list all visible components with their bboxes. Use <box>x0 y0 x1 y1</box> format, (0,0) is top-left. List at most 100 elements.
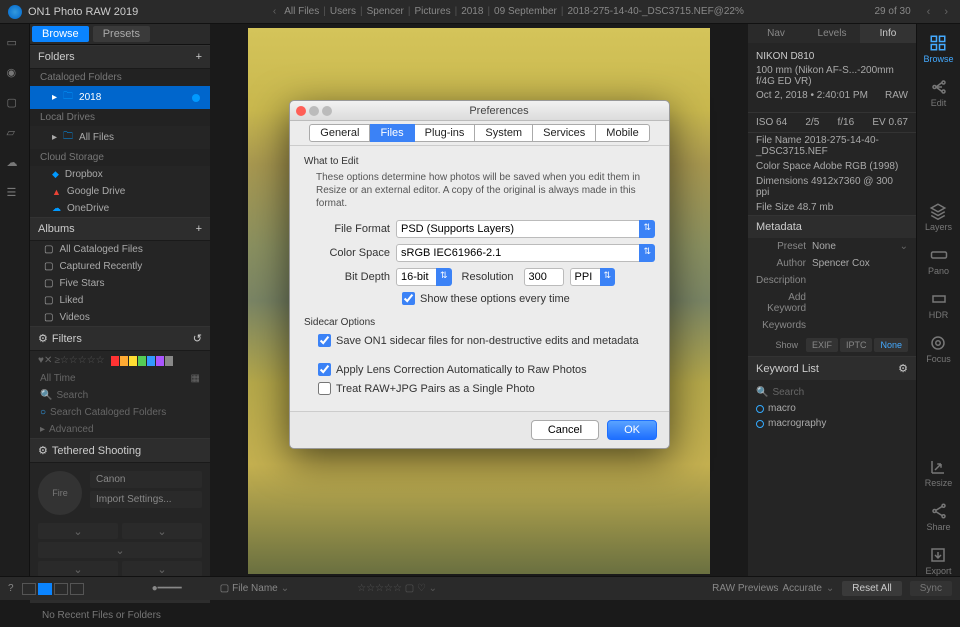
filter-strip[interactable]: ♥✕ ≥☆☆☆☆☆ <box>30 351 210 370</box>
folder-allfiles[interactable]: ▸ 🗀 All Files <box>30 126 210 149</box>
show-options-checkbox[interactable]: Show these options every time <box>402 292 655 305</box>
mode-export[interactable]: Export <box>925 546 951 576</box>
alltime-filter[interactable]: All Time▦ <box>30 370 210 387</box>
tab-info[interactable]: Info <box>860 24 916 43</box>
camera-icon[interactable]: ◉ <box>7 66 23 82</box>
keyword-list-header[interactable]: Keyword List⚙ <box>748 356 916 380</box>
author-row[interactable]: AuthorSpencer Cox <box>748 255 916 272</box>
keyword-macro[interactable]: macro <box>756 401 908 416</box>
mode-pano[interactable]: Pano <box>928 246 949 276</box>
filters-header[interactable]: ⚙Filters ↺ <box>30 326 210 351</box>
bc-back-icon[interactable]: ‹ <box>269 6 280 17</box>
add-album-icon[interactable]: + <box>196 223 202 235</box>
cloud-icon[interactable]: ☁ <box>7 156 23 172</box>
rating-stars[interactable]: ☆☆☆☆☆ ▢ ♡ ⌄ <box>357 583 437 594</box>
filmstrip-view-icon[interactable] <box>54 583 68 595</box>
dialog-titlebar[interactable]: Preferences <box>290 101 669 121</box>
keyword-macrography[interactable]: macrography <box>756 416 908 431</box>
advanced-toggle[interactable]: ▸Advanced <box>30 421 210 438</box>
tab-presets[interactable]: Presets <box>93 26 150 42</box>
folder-2018[interactable]: ▸ 🗀 2018 <box>30 86 210 109</box>
bitdepth-select[interactable] <box>396 268 438 286</box>
description-row[interactable]: Description <box>748 272 916 289</box>
mode-focus[interactable]: Focus <box>926 334 951 364</box>
raw-previews[interactable]: RAW Previews Accurate ⌄ <box>712 583 834 594</box>
album-videos[interactable]: ▢Videos <box>30 309 210 326</box>
help-icon[interactable]: ? <box>8 583 14 594</box>
mode-browse[interactable]: Browse <box>923 34 953 64</box>
mode-layers[interactable]: Layers <box>925 202 952 232</box>
album-five-stars[interactable]: ▢Five Stars <box>30 275 210 292</box>
like-filter-icon[interactable]: ♥✕ <box>38 355 52 366</box>
next-image-icon[interactable]: › <box>940 6 952 18</box>
metadata-header[interactable]: Metadata <box>748 215 916 238</box>
reset-filters-icon[interactable]: ↺ <box>193 332 202 345</box>
album-all-cataloged[interactable]: ▢All Cataloged Files <box>30 241 210 258</box>
add-folder-icon[interactable]: + <box>196 51 202 63</box>
tab-files[interactable]: Files <box>370 124 414 142</box>
tab-none[interactable]: None <box>874 338 908 352</box>
gear-icon[interactable]: ⚙ <box>898 362 908 375</box>
stack-icon[interactable]: ☰ <box>7 186 23 202</box>
chevron-updown-icon[interactable]: ⇅ <box>639 220 655 238</box>
file-format-select[interactable] <box>396 220 641 238</box>
albums-header[interactable]: Albums + <box>30 217 210 241</box>
tab-exif[interactable]: EXIF <box>806 338 838 352</box>
camera-select[interactable]: Canon <box>90 471 202 488</box>
tab-general[interactable]: General <box>309 124 370 142</box>
close-icon[interactable] <box>296 106 306 116</box>
tab-iptc[interactable]: IPTC <box>840 338 873 352</box>
filter-search[interactable]: 🔍Search <box>30 387 210 404</box>
keyword-search[interactable]: 🔍Search <box>756 384 908 401</box>
mode-edit[interactable]: Edit <box>930 78 948 108</box>
gear-icon[interactable]: ⚙ <box>38 444 48 457</box>
mode-hdr[interactable]: HDR <box>929 290 949 320</box>
resolution-input[interactable] <box>524 268 564 286</box>
cloud-gdrive[interactable]: ▲Google Drive <box>30 183 210 200</box>
compare-view-icon[interactable] <box>70 583 84 595</box>
tab-browse[interactable]: Browse <box>32 26 89 42</box>
cloud-dropbox[interactable]: ◆Dropbox <box>30 166 210 183</box>
monitor-icon[interactable]: ▭ <box>7 36 23 52</box>
search-cataloged-toggle[interactable]: ○Search Cataloged Folders <box>30 404 210 421</box>
ppi-select[interactable] <box>570 268 602 286</box>
cancel-button[interactable]: Cancel <box>531 420 599 440</box>
chevron-updown-icon[interactable]: ⇅ <box>639 244 655 262</box>
prev-image-icon[interactable]: ‹ <box>923 6 935 18</box>
card-icon[interactable]: ▢ <box>7 96 23 112</box>
tab-nav[interactable]: Nav <box>748 24 804 43</box>
tether-header[interactable]: ⚙Tethered Shooting <box>30 438 210 463</box>
ok-button[interactable]: OK <box>607 420 657 440</box>
color-space-select[interactable] <box>396 244 641 262</box>
grid-view-icon[interactable] <box>22 583 36 595</box>
star-filter-icon[interactable]: ≥☆☆☆☆☆ <box>54 355 104 366</box>
preset-row[interactable]: PresetNone⌄ <box>748 238 916 255</box>
keywords-row[interactable]: Keywords <box>748 317 916 334</box>
cloud-onedrive[interactable]: ☁OneDrive <box>30 200 210 217</box>
tab-levels[interactable]: Levels <box>804 24 860 43</box>
color-filter-swatches[interactable] <box>111 356 173 366</box>
reset-all-button[interactable]: Reset All <box>842 581 901 596</box>
calendar-icon[interactable]: ▦ <box>191 373 200 384</box>
detail-view-icon[interactable] <box>38 583 52 595</box>
tab-mobile[interactable]: Mobile <box>596 124 649 142</box>
mode-share[interactable]: Share <box>926 502 950 532</box>
chevron-updown-icon[interactable]: ⇅ <box>600 268 616 286</box>
import-settings-button[interactable]: Import Settings... <box>90 491 202 508</box>
mode-resize[interactable]: Resize <box>925 458 953 488</box>
folder-icon[interactable]: ▱ <box>7 126 23 142</box>
sidecar-checkbox[interactable]: Save ON1 sidecar files for non-destructi… <box>318 334 655 347</box>
chevron-updown-icon[interactable]: ⇅ <box>436 268 452 286</box>
folders-header[interactable]: Folders + <box>30 45 210 69</box>
album-captured-recently[interactable]: ▢Captured Recently <box>30 258 210 275</box>
breadcrumb[interactable]: ‹ All Files| Users| Spencer| Pictures| 2… <box>144 6 868 17</box>
sort-dropdown[interactable]: ▢ File Name ⌄ <box>220 583 289 594</box>
rawjpg-checkbox[interactable]: Treat RAW+JPG Pairs as a Single Photo <box>318 382 655 395</box>
lens-correction-checkbox[interactable]: Apply Lens Correction Automatically to R… <box>318 363 655 376</box>
album-liked[interactable]: ▢Liked <box>30 292 210 309</box>
gear-icon[interactable]: ⚙ <box>38 332 48 345</box>
sync-button[interactable]: Sync <box>910 581 952 596</box>
addkeyword-row[interactable]: Add Keyword <box>748 289 916 317</box>
tab-system[interactable]: System <box>475 124 533 142</box>
fire-button[interactable]: Fire <box>38 471 82 515</box>
